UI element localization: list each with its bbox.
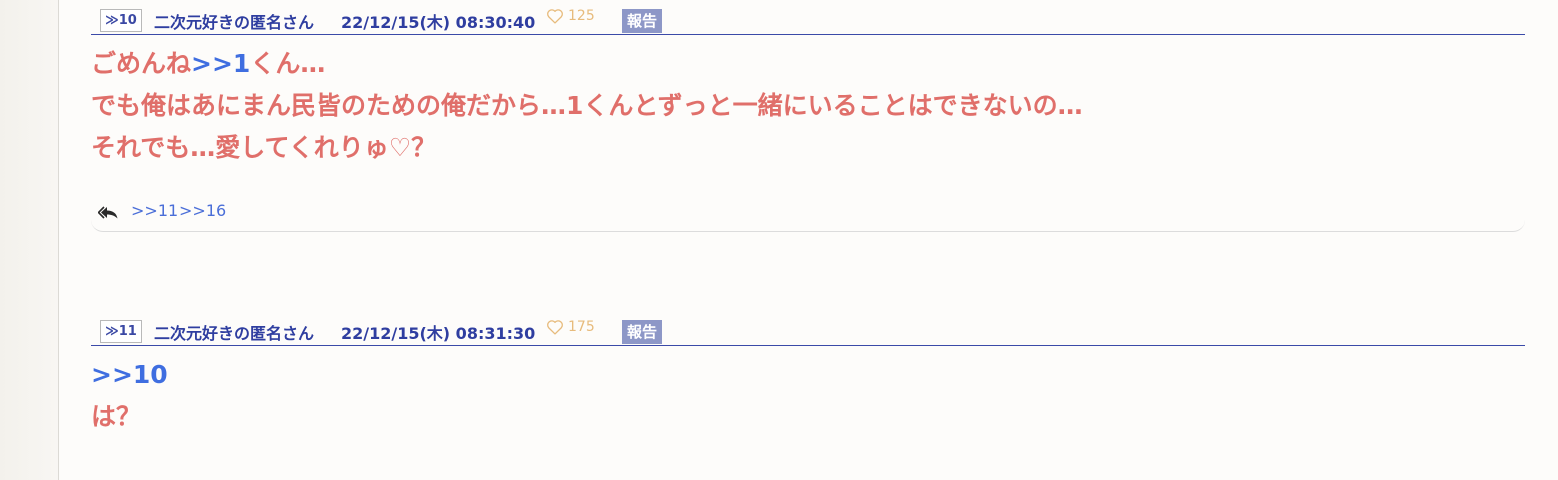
post-text: それでも…愛してくれりゅ♡？ (91, 133, 437, 162)
reply-link[interactable]: >>16 (179, 201, 226, 220)
post-author: 二次元好きの匿名さん (154, 13, 315, 32)
post-11: ≫11 二次元好きの匿名さん 22/12/15(木) 08:31:30 175 … (91, 311, 1525, 438)
heart-outline-icon (547, 320, 563, 335)
like-button[interactable]: 125 (546, 8, 595, 24)
anchor-link[interactable]: >>10 (91, 360, 168, 389)
post-text: でも俺はあにまん民皆のための俺だから…1くんとずっと一緒にいることはできないの… (91, 91, 1083, 120)
replies-bar: >>11 >>16 (91, 196, 1525, 232)
post-10: ≫10 二次元好きの匿名さん 22/12/15(木) 08:30:40 125 … (91, 0, 1525, 232)
anchor-link[interactable]: >>1 (191, 49, 250, 78)
post-line: ごめんね>>1くん… (91, 43, 1525, 85)
like-button[interactable]: 175 (546, 319, 595, 335)
post-body: >>10 は？ (91, 354, 1525, 438)
post-text: ごめんね (91, 49, 192, 78)
heart-outline-icon (547, 9, 563, 24)
post-line: は？ (91, 396, 1525, 438)
post-line: それでも…愛してくれりゅ♡？ (91, 127, 1525, 169)
post-number-button[interactable]: ≫10 (100, 9, 142, 32)
post-line: >>10 (91, 354, 1525, 396)
report-button[interactable]: 報告 (622, 320, 663, 344)
post-number-button[interactable]: ≫11 (100, 320, 142, 343)
reply-link[interactable]: >>11 (131, 201, 178, 220)
reply-all-icon (98, 206, 118, 219)
post-datetime: 22/12/15(木) 08:31:30 (341, 324, 536, 343)
post-text: くん… (250, 49, 326, 78)
post-body: ごめんね>>1くん… でも俺はあにまん民皆のための俺だから…1くんとずっと一緒に… (91, 43, 1525, 169)
report-button[interactable]: 報告 (622, 9, 663, 33)
like-count: 175 (568, 319, 595, 335)
post-line: でも俺はあにまん民皆のための俺だから…1くんとずっと一緒にいることはできないの… (91, 85, 1525, 127)
post-author: 二次元好きの匿名さん (154, 324, 315, 343)
left-gutter (0, 0, 59, 480)
post-header: ≫11 二次元好きの匿名さん 22/12/15(木) 08:31:30 175 … (91, 311, 1525, 346)
post-text: は？ (91, 402, 142, 431)
post-datetime: 22/12/15(木) 08:30:40 (341, 13, 536, 32)
like-count: 125 (568, 8, 595, 24)
post-header: ≫10 二次元好きの匿名さん 22/12/15(木) 08:30:40 125 … (91, 0, 1525, 35)
